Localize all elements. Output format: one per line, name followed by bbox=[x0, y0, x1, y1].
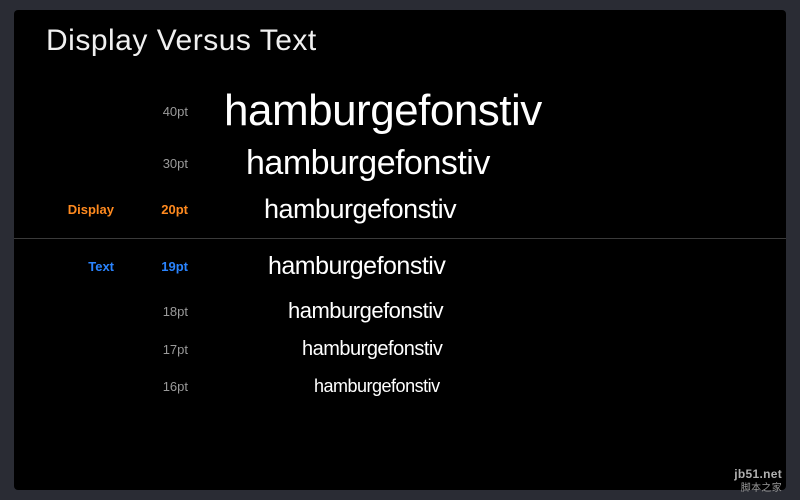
slide: Display Versus Text 40pt hamburgefonstiv… bbox=[14, 10, 786, 490]
category-label: Text bbox=[14, 259, 114, 274]
size-label: 20pt bbox=[132, 202, 188, 217]
watermark: jb51.net 脚本之家 bbox=[734, 467, 782, 494]
sample-text: hamburgefonstiv bbox=[288, 298, 443, 324]
sample-row: Display 20pt hamburgefonstiv bbox=[14, 194, 786, 225]
sample-text: hamburgefonstiv bbox=[246, 144, 490, 183]
category-label: Display bbox=[14, 202, 114, 217]
size-label: 17pt bbox=[132, 342, 188, 357]
sample-row: Text 19pt hamburgefonstiv bbox=[14, 252, 786, 281]
size-label: 19pt bbox=[132, 259, 188, 274]
sample-row: 18pt hamburgefonstiv bbox=[14, 298, 786, 324]
watermark-line2: 脚本之家 bbox=[734, 479, 782, 494]
size-label: 18pt bbox=[132, 304, 188, 319]
sample-text: hamburgefonstiv bbox=[224, 86, 542, 136]
size-label: 40pt bbox=[132, 104, 188, 119]
sample-row: 40pt hamburgefonstiv bbox=[14, 86, 786, 136]
section-divider bbox=[14, 238, 786, 239]
size-label: 30pt bbox=[132, 156, 188, 171]
sample-text: hamburgefonstiv bbox=[268, 252, 445, 281]
size-label: 16pt bbox=[132, 379, 188, 394]
sample-row: 16pt hamburgefonstiv bbox=[14, 376, 786, 397]
sample-row: 30pt hamburgefonstiv bbox=[14, 144, 786, 183]
sample-text: hamburgefonstiv bbox=[264, 194, 456, 225]
sample-row: 17pt hamburgefonstiv bbox=[14, 338, 786, 361]
page-title: Display Versus Text bbox=[46, 24, 317, 58]
sample-text: hamburgefonstiv bbox=[314, 376, 440, 397]
sample-text: hamburgefonstiv bbox=[302, 338, 442, 361]
